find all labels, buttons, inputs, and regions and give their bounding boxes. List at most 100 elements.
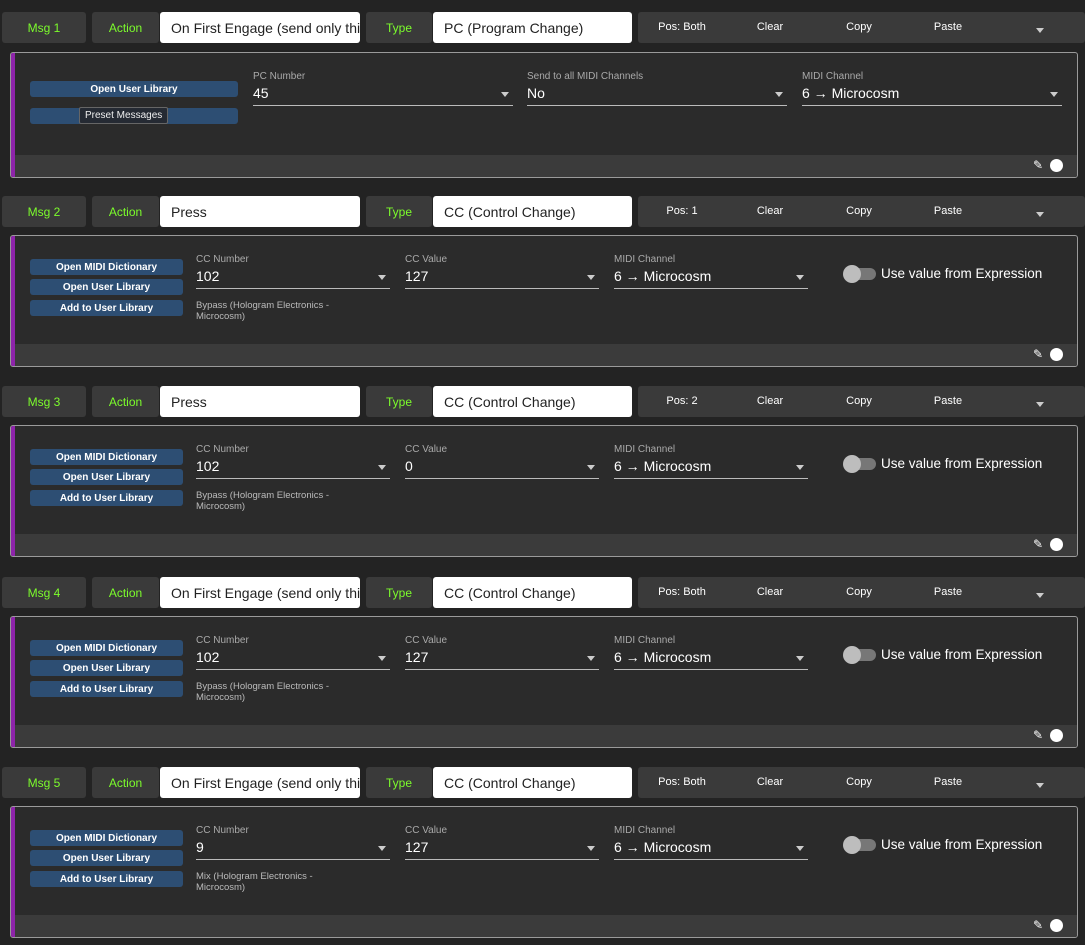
message-panel: Open MIDI Dictionary Open User Library Add… [10,616,1078,748]
position-button[interactable]: Pos: Both [658,776,706,788]
library-button-2[interactable]: Add to User Library [30,300,183,316]
delete-circle-icon[interactable]: ✕ [1050,538,1063,551]
field-select[interactable]: 127 [405,649,599,670]
field-label: CC Value [405,254,448,265]
chevron-down-icon[interactable] [1036,589,1044,601]
expression-toggle[interactable] [843,265,876,283]
paste-button[interactable]: Paste [934,205,962,217]
field-select[interactable]: 45 [253,85,513,106]
paste-button[interactable]: Paste [934,776,962,788]
action-select[interactable]: On First Engage (send only thi [160,12,360,43]
field-value: 6 → Microcosm [802,85,900,101]
chevron-down-icon[interactable] [1036,208,1044,220]
dropdown-caret-icon [587,846,595,851]
field-select[interactable]: 6 → Microcosm [614,839,808,860]
copy-button[interactable]: Copy [846,586,872,598]
type-label: Type [366,196,432,227]
copy-button[interactable]: Copy [846,205,872,217]
clear-button[interactable]: Clear [757,21,783,33]
field-0: CC Number 102 [196,635,390,670]
dropdown-caret-icon [378,656,386,661]
expression-toggle[interactable] [843,646,876,664]
field-select[interactable]: 102 [196,458,390,479]
edit-pencil-icon[interactable]: ✎ [1033,918,1043,932]
clear-button[interactable]: Clear [757,776,783,788]
paste-button[interactable]: Paste [934,586,962,598]
panel-footer: ✎ ✕ [15,344,1077,366]
field-label: MIDI Channel [802,71,864,82]
clear-button[interactable]: Clear [757,205,783,217]
field-select[interactable]: No [527,85,787,106]
chevron-down-icon[interactable] [1036,398,1044,410]
type-select[interactable]: CC (Control Change) [433,577,632,608]
library-button-2[interactable]: Add to User Library [30,681,183,697]
field-label: MIDI Channel [614,825,676,836]
field-value: 6 → Microcosm [614,839,712,855]
library-button-0[interactable]: Open MIDI Dictionary [30,830,183,846]
position-button[interactable]: Pos: 1 [666,205,697,217]
dropdown-caret-icon [378,275,386,280]
library-button-1[interactable]: Open User Library [30,469,183,485]
library-button-0[interactable]: Open MIDI Dictionary [30,640,183,656]
dropdown-caret-icon [796,656,804,661]
expression-toggle[interactable] [843,836,876,854]
field-value: 102 [196,649,220,665]
action-select[interactable]: Press [160,196,360,227]
field-select[interactable]: 0 [405,458,599,479]
field-2: MIDI Channel 6 → Microcosm [802,71,1062,106]
type-select[interactable]: CC (Control Change) [433,196,632,227]
delete-circle-icon[interactable]: ✕ [1050,919,1063,932]
library-button-0[interactable]: Open MIDI Dictionary [30,259,183,275]
dropdown-caret-icon [501,92,509,97]
dropdown-caret-icon [587,656,595,661]
library-button-2[interactable]: Add to User Library [30,871,183,887]
edit-pencil-icon[interactable]: ✎ [1033,728,1043,742]
clear-button[interactable]: Clear [757,395,783,407]
clear-button[interactable]: Clear [757,586,783,598]
library-button-2[interactable]: Add to User Library [30,490,183,506]
panel-footer: ✎ ✕ [15,534,1077,556]
position-button[interactable]: Pos: Both [658,21,706,33]
library-button-1[interactable]: Open User Library [30,660,183,676]
edit-pencil-icon[interactable]: ✎ [1033,158,1043,172]
edit-pencil-icon[interactable]: ✎ [1033,537,1043,551]
copy-button[interactable]: Copy [846,395,872,407]
paste-button[interactable]: Paste [934,21,962,33]
field-value: 6 → Microcosm [614,268,712,284]
expression-toggle[interactable] [843,455,876,473]
delete-circle-icon[interactable]: ✕ [1050,348,1063,361]
field-select[interactable]: 127 [405,839,599,860]
copy-button[interactable]: Copy [846,776,872,788]
field-select[interactable]: 9 [196,839,390,860]
field-select[interactable]: 6 → Microcosm [614,649,808,670]
chevron-down-icon[interactable] [1036,24,1044,36]
action-select[interactable]: On First Engage (send only thi [160,767,360,798]
position-button[interactable]: Pos: 2 [666,395,697,407]
library-button-1[interactable]: Open User Library [30,279,183,295]
type-select[interactable]: PC (Program Change) [433,12,632,43]
position-button[interactable]: Pos: Both [658,586,706,598]
message-label: Msg 2 [2,196,86,227]
field-select[interactable]: 127 [405,268,599,289]
library-button-0[interactable]: Open User Library [30,81,238,97]
edit-pencil-icon[interactable]: ✎ [1033,347,1043,361]
action-select[interactable]: Press [160,386,360,417]
field-1: CC Value 127 [405,635,599,670]
message-panel: Open MIDI Dictionary Open User Library Add… [10,806,1078,938]
field-select[interactable]: 6 → Microcosm [614,458,808,479]
field-select[interactable]: 102 [196,268,390,289]
action-select[interactable]: On First Engage (send only thi [160,577,360,608]
library-button-0[interactable]: Open MIDI Dictionary [30,449,183,465]
field-select[interactable]: 102 [196,649,390,670]
chevron-down-icon[interactable] [1036,779,1044,791]
type-select[interactable]: CC (Control Change) [433,767,632,798]
type-select[interactable]: CC (Control Change) [433,386,632,417]
delete-circle-icon[interactable]: ✕ [1050,159,1063,172]
copy-button[interactable]: Copy [846,21,872,33]
message-block: Msg 2 Action Press Type CC (Control Change) … [0,184,1085,374]
paste-button[interactable]: Paste [934,395,962,407]
field-select[interactable]: 6 → Microcosm [614,268,808,289]
delete-circle-icon[interactable]: ✕ [1050,729,1063,742]
field-select[interactable]: 6 → Microcosm [802,85,1062,106]
library-button-1[interactable]: Open User Library [30,850,183,866]
